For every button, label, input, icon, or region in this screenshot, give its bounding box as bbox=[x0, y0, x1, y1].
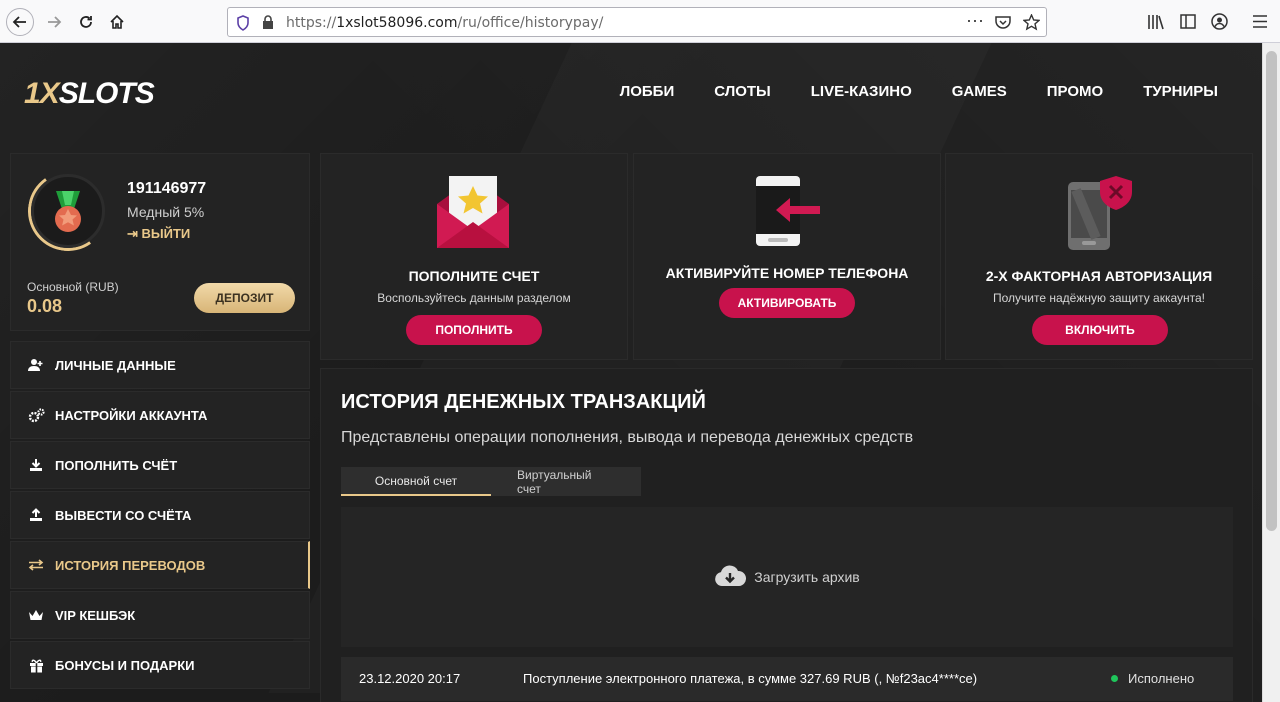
history-subtitle: Представлены операции пополнения, вывода… bbox=[341, 429, 914, 446]
menu-item-bonuses[interactable]: БОНУСЫ И ПОДАРКИ bbox=[10, 641, 310, 689]
menu-item-transfer-history[interactable]: ИСТОРИЯ ПЕРЕВОДОВ bbox=[10, 541, 310, 589]
menu-item-withdraw[interactable]: ВЫВЕСТИ СО СЧЁТА bbox=[10, 491, 310, 539]
promo-card-phone: АКТИВИРУЙТЕ НОМЕР ТЕЛЕФОНА АКТИВИРОВАТЬ bbox=[633, 153, 941, 360]
profile-card: 191146977 Медный 5% ⇥ ВЫЙТИ Основной (RU… bbox=[10, 153, 310, 331]
user-level: Медный 5% bbox=[127, 204, 205, 220]
account-menu: ЛИЧНЫЕ ДАННЫЕ НАСТРОЙКИ АККАУНТА ПОПОЛНИ… bbox=[10, 341, 310, 691]
replenish-button[interactable]: ПОПОЛНИТЬ bbox=[406, 315, 542, 345]
arrow-left-icon bbox=[12, 16, 26, 28]
site-logo[interactable]: 1XSLOTS bbox=[24, 77, 155, 111]
sidebar-icon[interactable] bbox=[1180, 14, 1196, 29]
avatar bbox=[31, 174, 105, 248]
menu-item-vip-cashback[interactable]: VIP КЕШБЭК bbox=[10, 591, 310, 639]
user-plus-icon bbox=[27, 356, 45, 374]
envelope-star-icon bbox=[437, 176, 509, 248]
page: 1XSLOTS ЛОББИ СЛОТЫ LIVE-КАЗИНО GAMES ПР… bbox=[0, 43, 1262, 702]
nav-live-casino[interactable]: LIVE-КАЗИНО bbox=[811, 83, 912, 100]
history-title: ИСТОРИЯ ДЕНЕЖНЫХ ТРАНЗАКЦИЙ bbox=[341, 391, 706, 413]
transaction-history-panel: ИСТОРИЯ ДЕНЕЖНЫХ ТРАНЗАКЦИЙ Представлены… bbox=[320, 368, 1253, 702]
shield-icon bbox=[237, 15, 249, 31]
site-header: 1XSLOTS ЛОББИ СЛОТЫ LIVE-КАЗИНО GAMES ПР… bbox=[0, 43, 1262, 143]
promo-deposit-subtitle: Воспользуйтесь данным разделом bbox=[377, 291, 571, 305]
nav-promo[interactable]: ПРОМО bbox=[1047, 83, 1103, 100]
library-icon[interactable] bbox=[1147, 14, 1165, 30]
pocket-icon[interactable] bbox=[995, 15, 1011, 30]
star-icon[interactable] bbox=[1023, 14, 1040, 31]
nav-slots[interactable]: СЛОТЫ bbox=[714, 83, 771, 100]
reload-icon bbox=[80, 16, 92, 28]
menu-item-account-settings[interactable]: НАСТРОЙКИ АККАУНТА bbox=[10, 391, 310, 439]
promo-2fa-title: 2-Х ФАКТОРНАЯ АВТОРИЗАЦИЯ bbox=[985, 268, 1213, 284]
deposit-button[interactable]: ДЕПОЗИТ bbox=[194, 283, 295, 313]
nav-tournaments[interactable]: ТУРНИРЫ bbox=[1143, 83, 1218, 100]
logout-link[interactable]: ⇥ ВЫЙТИ bbox=[127, 226, 190, 242]
lock-icon bbox=[263, 15, 273, 29]
enable-2fa-button[interactable]: ВКЛЮЧИТЬ bbox=[1032, 315, 1168, 345]
tab-virtual-account[interactable]: Виртуальный счет bbox=[491, 467, 641, 496]
logout-icon: ⇥ bbox=[127, 226, 138, 241]
menu-icon[interactable] bbox=[1252, 15, 1268, 28]
address-bar[interactable]: https://1xslot58096.com/ru/office/histor… bbox=[227, 7, 1047, 37]
more-icon[interactable]: ··· bbox=[966, 10, 984, 31]
tx-status: Исполнено bbox=[1111, 671, 1194, 686]
promo-card-deposit: ПОПОЛНИТЕ СЧЕТ Воспользуйтесь данным раз… bbox=[320, 153, 628, 360]
cloud-download-icon bbox=[714, 564, 747, 590]
download-icon bbox=[27, 456, 45, 474]
tx-description: Поступление электронного платежа, в сумм… bbox=[523, 671, 978, 686]
nav-games[interactable]: GAMES bbox=[952, 83, 1007, 100]
promo-2fa-subtitle: Получите надёжную защиту аккаунта! bbox=[992, 291, 1205, 305]
account-tabs: Основной счет Виртуальный счет bbox=[341, 467, 641, 496]
tx-date: 23.12.2020 20:17 bbox=[359, 671, 461, 686]
url-text: https://1xslot58096.com/ru/office/histor… bbox=[286, 15, 604, 31]
home-icon bbox=[110, 14, 124, 29]
gears-icon bbox=[27, 406, 45, 424]
phone-arrow-icon bbox=[756, 176, 820, 246]
promo-deposit-title: ПОПОЛНИТЕ СЧЕТ bbox=[408, 268, 540, 284]
forward-button[interactable] bbox=[40, 8, 68, 36]
medal-icon bbox=[55, 191, 81, 232]
promo-phone-title: АКТИВИРУЙТЕ НОМЕР ТЕЛЕФОНА bbox=[665, 265, 909, 281]
table-row: 23.12.2020 20:17 Поступление электронног… bbox=[341, 657, 1233, 701]
tab-main-account[interactable]: Основной счет bbox=[341, 467, 491, 496]
home-button[interactable] bbox=[103, 8, 131, 36]
load-archive-button[interactable]: Загрузить архив bbox=[341, 507, 1233, 647]
browser-toolbar: https://1xslot58096.com/ru/office/histor… bbox=[0, 0, 1280, 43]
menu-item-personal-data[interactable]: ЛИЧНЫЕ ДАННЫЕ bbox=[10, 341, 310, 389]
status-dot-icon bbox=[1111, 675, 1118, 682]
phone-shield-icon bbox=[1068, 176, 1132, 250]
arrow-right-icon bbox=[48, 16, 62, 28]
back-button[interactable] bbox=[6, 8, 34, 36]
balance-value: 0.08 bbox=[27, 296, 63, 316]
menu-item-deposit[interactable]: ПОПОЛНИТЬ СЧЁТ bbox=[10, 441, 310, 489]
gift-icon bbox=[27, 656, 45, 674]
activate-button[interactable]: АКТИВИРОВАТЬ bbox=[719, 288, 855, 318]
account-icon[interactable] bbox=[1211, 13, 1228, 30]
balance-label: Основной (RUB) bbox=[27, 280, 119, 294]
transfer-arrows-icon bbox=[27, 556, 45, 574]
crown-icon bbox=[27, 606, 45, 624]
scrollbar-thumb[interactable] bbox=[1266, 51, 1277, 531]
promo-card-2fa: 2-Х ФАКТОРНАЯ АВТОРИЗАЦИЯ Получите надёж… bbox=[945, 153, 1253, 360]
page-scrollbar[interactable] bbox=[1262, 43, 1280, 702]
top-navigation: ЛОББИ СЛОТЫ LIVE-КАЗИНО GAMES ПРОМО ТУРН… bbox=[580, 83, 1218, 100]
upload-icon bbox=[27, 506, 45, 524]
reload-button[interactable] bbox=[72, 8, 100, 36]
user-id: 191146977 bbox=[127, 180, 207, 197]
nav-lobby[interactable]: ЛОББИ bbox=[620, 83, 675, 100]
